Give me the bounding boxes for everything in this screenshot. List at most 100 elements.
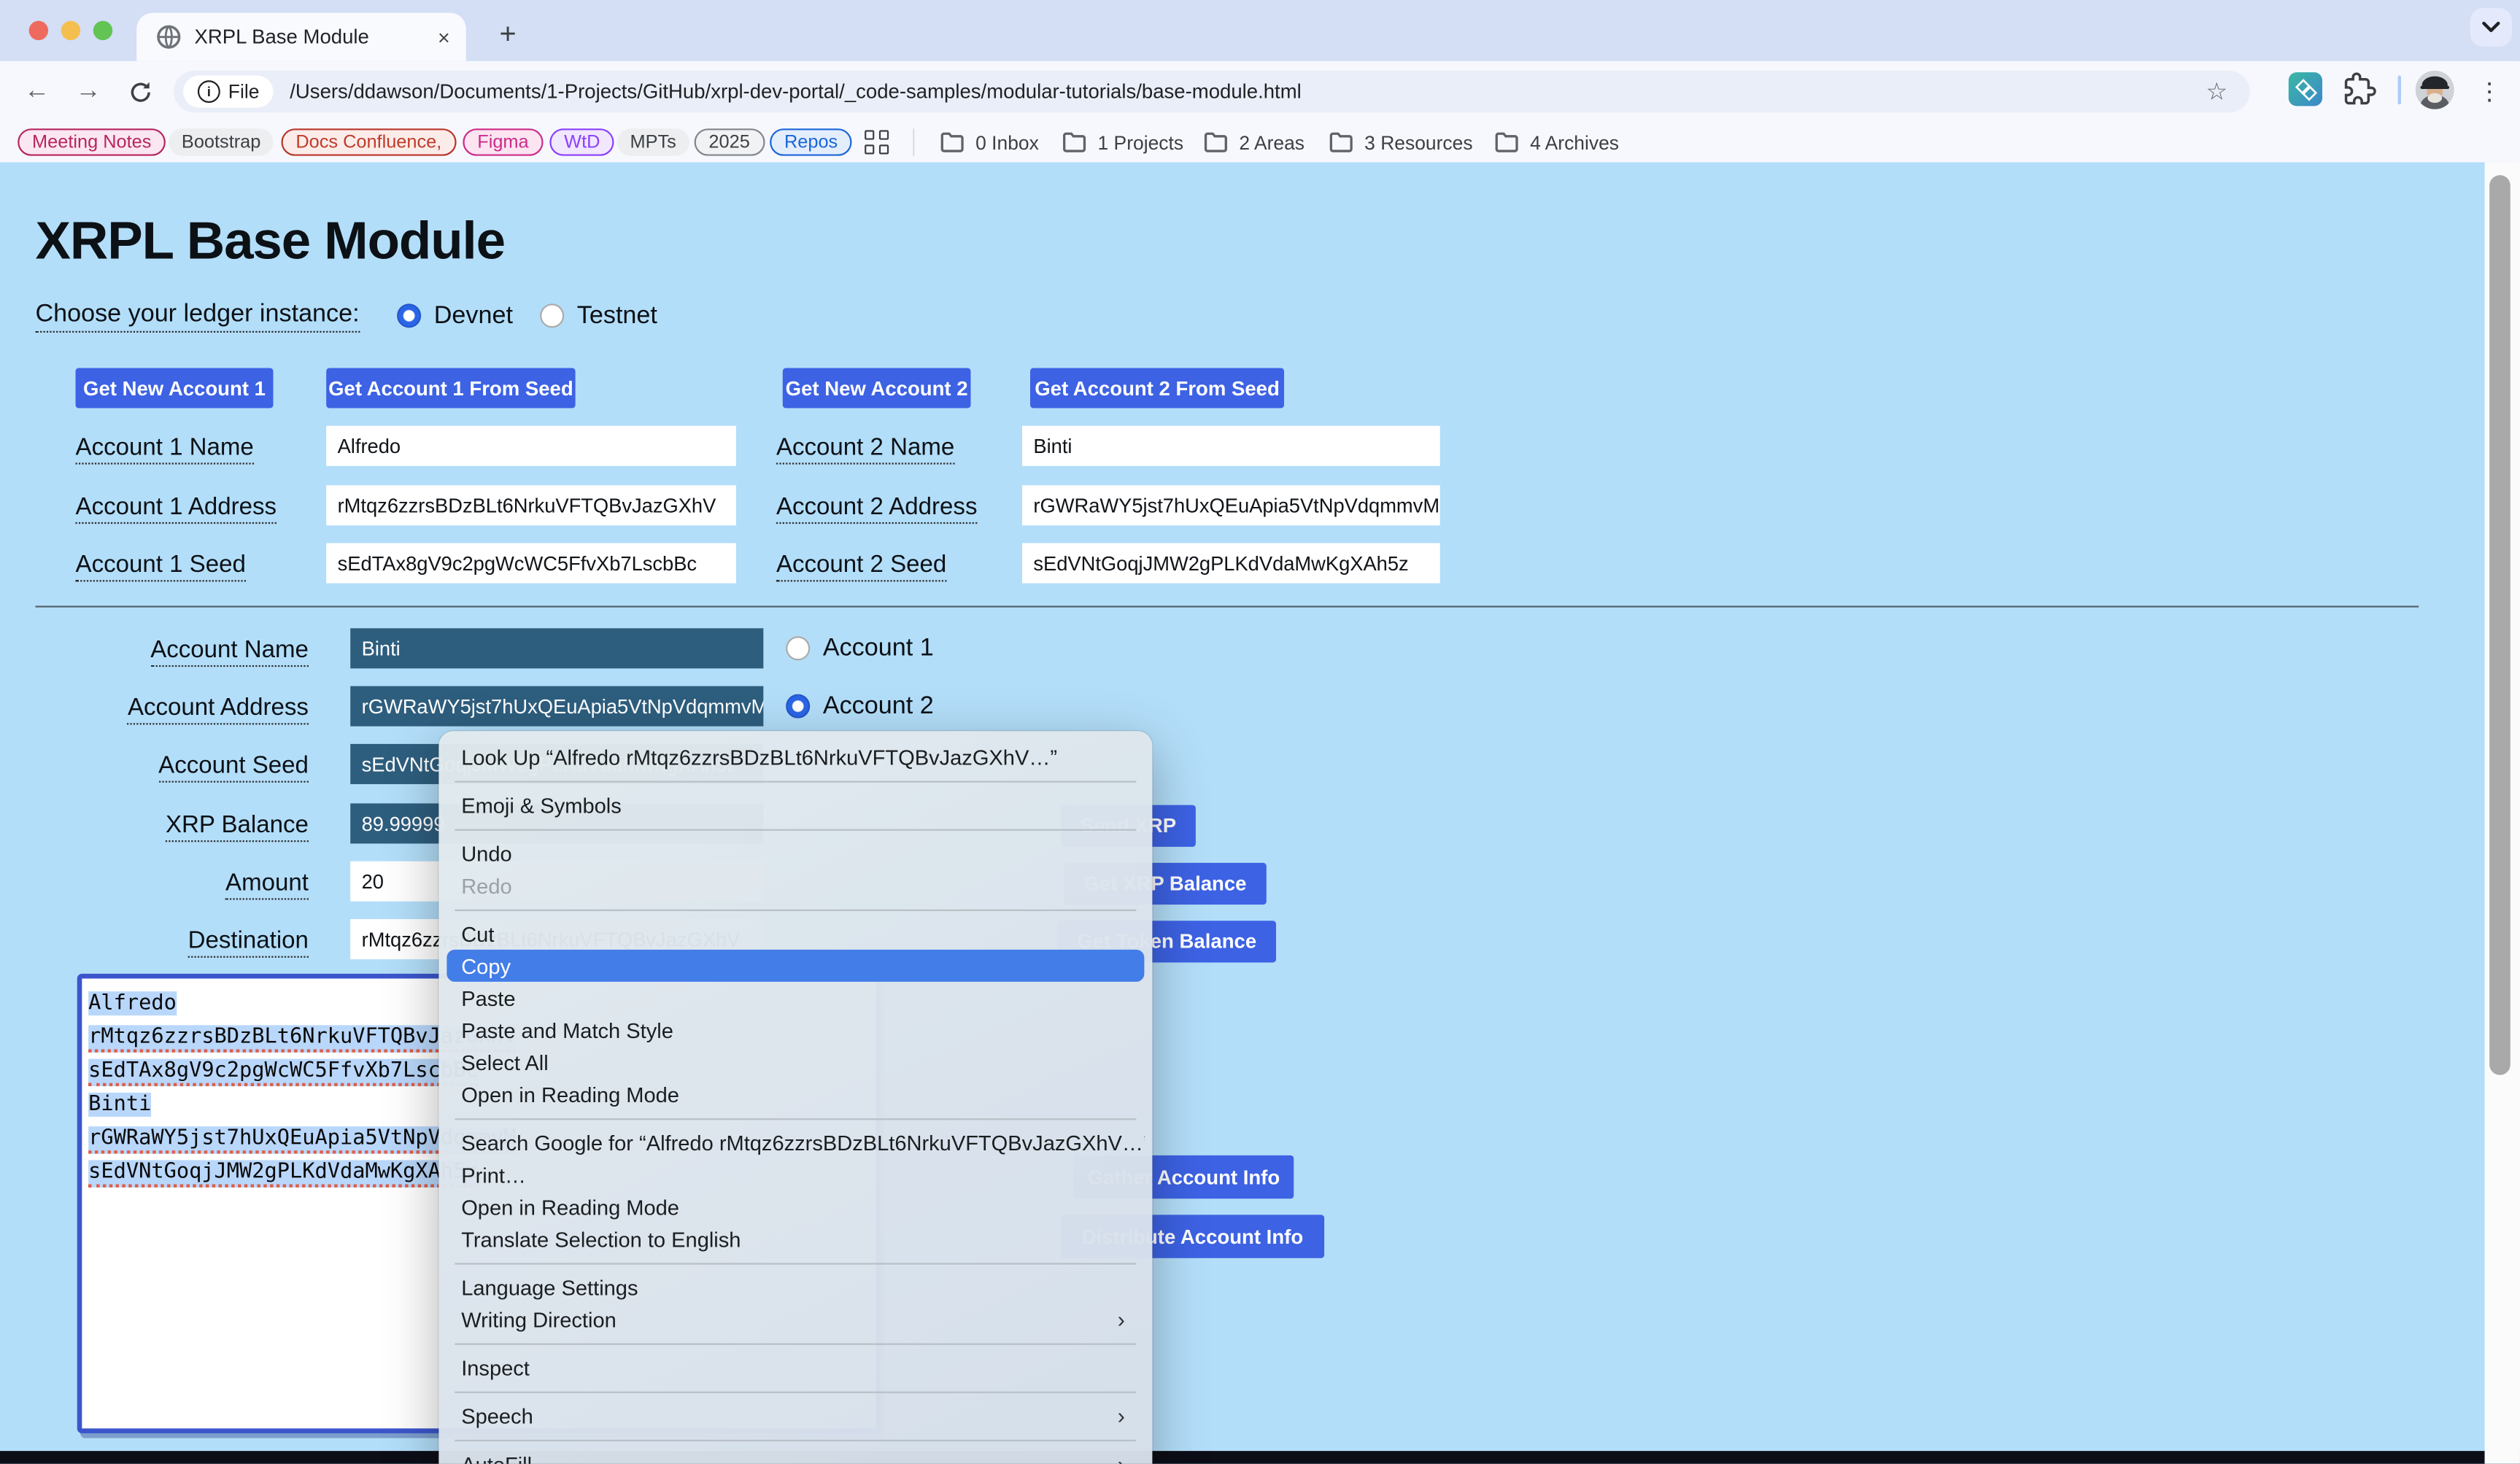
bookmark-folder-resources[interactable]: 3 Resources bbox=[1329, 128, 1473, 155]
account-name-input[interactable]: Binti bbox=[350, 628, 763, 668]
account2-name-input[interactable]: Binti bbox=[1022, 426, 1440, 466]
tab-group-chip-docs-confluence[interactable]: Docs Confluence, bbox=[281, 128, 456, 155]
menu-item-writing-direction[interactable]: Writing Direction› bbox=[447, 1303, 1144, 1335]
account1-address-label: Account 1 Address bbox=[76, 493, 277, 524]
bookmark-star-icon[interactable]: ☆ bbox=[2206, 77, 2227, 106]
tab-group-chip-wtd[interactable]: WtD bbox=[549, 128, 614, 155]
account1-name-input[interactable]: Alfredo bbox=[326, 426, 736, 466]
amount-label: Amount bbox=[225, 870, 309, 900]
puzzle-piece-icon bbox=[2343, 72, 2377, 106]
extensions-menu-button[interactable] bbox=[2343, 72, 2377, 106]
menu-item-inspect[interactable]: Inspect bbox=[447, 1352, 1144, 1384]
menu-item-undo[interactable]: Undo bbox=[447, 837, 1144, 870]
new-tab-button[interactable]: + bbox=[487, 13, 528, 55]
browser-toolbar: ← → i File /Users/ddawson/Documents/1-Pr… bbox=[0, 61, 2520, 123]
reload-button[interactable] bbox=[122, 74, 157, 109]
account-address-input[interactable]: rGWRaWY5jst7hUxQEuApia5VtNpVdqmmvM bbox=[350, 686, 763, 727]
desktop-edge-strip bbox=[0, 1451, 2520, 1464]
account2-address-label: Account 2 Address bbox=[776, 493, 978, 524]
get-new-account-1-button[interactable]: Get New Account 1 bbox=[76, 368, 274, 408]
bookmarks-bar: Meeting Notes Bootstrap Docs Confluence,… bbox=[0, 122, 2520, 162]
tab-group-chip-bootstrap[interactable]: Bootstrap bbox=[169, 128, 274, 155]
profile-avatar[interactable] bbox=[2416, 71, 2454, 109]
account-2-radio[interactable] bbox=[786, 694, 810, 719]
get-account-2-from-seed-button[interactable]: Get Account 2 From Seed bbox=[1030, 368, 1284, 408]
account1-seed-input[interactable]: sEdTAx8gV9c2pgWcWC5FfvXb7LscbBc bbox=[326, 543, 736, 584]
get-account-1-from-seed-button[interactable]: Get Account 1 From Seed bbox=[326, 368, 575, 408]
bookmark-folder-archives[interactable]: 4 Archives bbox=[1495, 128, 1619, 155]
tab-group-chip-repos[interactable]: Repos bbox=[770, 128, 852, 155]
bookmark-folder-inbox[interactable]: 0 Inbox bbox=[940, 128, 1039, 155]
xrp-balance-label: XRP Balance bbox=[166, 811, 309, 842]
menu-item-autofill[interactable]: AutoFill› bbox=[447, 1448, 1144, 1464]
section-divider bbox=[35, 605, 2419, 607]
browser-window: XRPL Base Module × + ← → i File /Users/d… bbox=[0, 0, 2520, 1464]
minimize-window-button[interactable] bbox=[61, 21, 80, 40]
tab-group-chip-mpts[interactable]: MPTs bbox=[617, 128, 689, 155]
menu-item-print[interactable]: Print… bbox=[447, 1158, 1144, 1190]
tab-group-chip-figma[interactable]: Figma bbox=[463, 128, 543, 155]
apps-grid-icon[interactable] bbox=[865, 130, 889, 154]
avatar-photo bbox=[2416, 71, 2454, 109]
account2-address-input[interactable]: rGWRaWY5jst7hUxQEuApia5VtNpVdqmmvM bbox=[1022, 485, 1440, 525]
account-2-radio-label[interactable]: Account 2 bbox=[823, 692, 934, 721]
info-icon[interactable]: i bbox=[198, 80, 220, 103]
menu-item-speech[interactable]: Speech› bbox=[447, 1400, 1144, 1432]
toolbar-divider bbox=[2398, 76, 2401, 105]
chevron-down-icon bbox=[2481, 21, 2500, 34]
menu-item-look-up[interactable]: Look Up “Alfredo rMtqz6zzrsBDzBLt6NrkuVF… bbox=[447, 740, 1144, 772]
account1-address-input[interactable]: rMtqz6zzrsBDzBLt6NrkuVFTQBvJazGXhV bbox=[326, 485, 736, 525]
submenu-arrow-icon: › bbox=[1118, 1403, 1125, 1428]
account2-seed-label: Account 2 Seed bbox=[776, 551, 946, 582]
menu-item-copy[interactable]: Copy bbox=[447, 950, 1144, 982]
tab-search-chevron-button[interactable] bbox=[2470, 8, 2512, 47]
menu-separator bbox=[455, 909, 1136, 910]
browser-menu-button[interactable]: ⋮ bbox=[2477, 74, 2502, 109]
devnet-radio[interactable] bbox=[397, 303, 421, 328]
account1-seed-label: Account 1 Seed bbox=[76, 551, 246, 582]
page-scrollbar[interactable] bbox=[2485, 162, 2520, 1463]
back-button[interactable]: ← bbox=[19, 74, 54, 109]
menu-separator bbox=[455, 1262, 1136, 1263]
menu-item-translate-selection[interactable]: Translate Selection to English bbox=[447, 1223, 1144, 1255]
folder-icon bbox=[1329, 132, 1353, 153]
testnet-radio[interactable] bbox=[540, 303, 564, 328]
folder-icon bbox=[1062, 132, 1086, 153]
browser-tab[interactable]: XRPL Base Module × bbox=[136, 13, 466, 61]
scrollbar-thumb[interactable] bbox=[2489, 175, 2511, 1075]
close-window-button[interactable] bbox=[29, 21, 48, 40]
menu-item-select-all[interactable]: Select All bbox=[447, 1046, 1144, 1078]
menu-item-redo: Redo bbox=[447, 870, 1144, 902]
tab-group-chip-2025[interactable]: 2025 bbox=[695, 128, 765, 155]
address-bar[interactable]: i File /Users/ddawson/Documents/1-Projec… bbox=[174, 71, 2250, 112]
get-new-account-2-button[interactable]: Get New Account 2 bbox=[783, 368, 971, 408]
account-address-label: Account Address bbox=[128, 694, 309, 725]
account2-seed-input[interactable]: sEdVNtGoqjJMW2gPLKdVdaMwKgXAh5z bbox=[1022, 543, 1440, 584]
submenu-arrow-icon: › bbox=[1118, 1306, 1125, 1332]
menu-separator bbox=[455, 1391, 1136, 1393]
pinned-extension-icon[interactable] bbox=[2289, 72, 2322, 106]
bookmark-folder-projects[interactable]: 1 Projects bbox=[1062, 128, 1183, 155]
menu-item-paste-and-match-style[interactable]: Paste and Match Style bbox=[447, 1014, 1144, 1046]
account-1-radio-label[interactable]: Account 1 bbox=[823, 635, 934, 664]
menu-item-cut[interactable]: Cut bbox=[447, 918, 1144, 950]
forward-button[interactable]: → bbox=[71, 74, 106, 109]
menu-item-open-in-reading-mode[interactable]: Open in Reading Mode bbox=[447, 1078, 1144, 1110]
devnet-radio-label[interactable]: Devnet bbox=[434, 302, 513, 331]
menu-item-language-settings[interactable]: Language Settings bbox=[447, 1271, 1144, 1303]
menu-item-paste[interactable]: Paste bbox=[447, 982, 1144, 1014]
tab-group-chip-meeting-notes[interactable]: Meeting Notes bbox=[18, 128, 166, 155]
testnet-radio-label[interactable]: Testnet bbox=[577, 302, 657, 331]
menu-item-search-google[interactable]: Search Google for “Alfredo rMtqz6zzrsBDz… bbox=[447, 1126, 1144, 1158]
context-menu: Look Up “Alfredo rMtqz6zzrsBDzBLt6NrkuVF… bbox=[438, 731, 1152, 1463]
url-text[interactable]: /Users/ddawson/Documents/1-Projects/GitH… bbox=[290, 80, 2206, 103]
menu-item-emoji-symbols[interactable]: Emoji & Symbols bbox=[447, 789, 1144, 821]
maximize-window-button[interactable] bbox=[93, 21, 112, 40]
extension-logo-icon bbox=[2294, 78, 2316, 101]
menu-item-open-in-reading-mode-2[interactable]: Open in Reading Mode bbox=[447, 1190, 1144, 1223]
account-1-radio[interactable] bbox=[786, 636, 810, 660]
tab-close-icon[interactable]: × bbox=[438, 25, 450, 49]
bookmark-folder-areas[interactable]: 2 Areas bbox=[1204, 128, 1305, 155]
menu-separator bbox=[455, 780, 1136, 781]
menu-separator bbox=[455, 1118, 1136, 1119]
